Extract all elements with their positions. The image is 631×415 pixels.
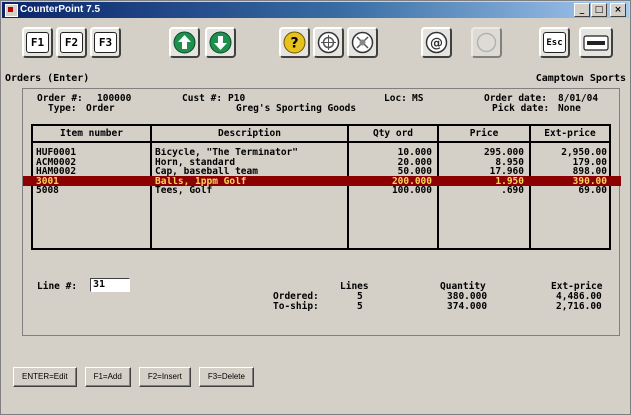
line-number-input[interactable]: 31 bbox=[90, 278, 130, 292]
edit-button[interactable]: ENTER=Edit bbox=[13, 367, 77, 387]
to-ship-lines: 5 bbox=[357, 301, 363, 312]
app-icon bbox=[5, 4, 18, 17]
to-ship-quantity: 374.000 bbox=[447, 301, 488, 312]
insert-button[interactable]: F2=Insert bbox=[138, 367, 191, 387]
arrow-up-icon bbox=[173, 31, 196, 54]
next-button[interactable] bbox=[205, 27, 236, 58]
f2-button[interactable]: F2 bbox=[56, 27, 87, 58]
title-bar: CounterPoint 7.5 _ □ × bbox=[2, 2, 629, 18]
f3-key-label: F3 bbox=[94, 32, 117, 53]
help-icon: ? bbox=[283, 31, 306, 54]
help-button[interactable]: ? bbox=[279, 27, 310, 58]
keyboard-icon bbox=[583, 34, 609, 51]
svg-text:?: ? bbox=[290, 36, 298, 52]
filter-icon bbox=[351, 31, 374, 54]
close-button[interactable]: × bbox=[610, 3, 626, 17]
toolbar: F1 F2 F3 ? @ Esc bbox=[1, 20, 630, 72]
f1-key-label: F1 bbox=[26, 32, 49, 53]
mode-label: Orders (Enter) bbox=[5, 73, 90, 84]
status-line: Orders (Enter) Camptown Sports bbox=[3, 72, 628, 86]
minimize-button[interactable]: _ bbox=[574, 3, 590, 17]
company-name: Camptown Sports bbox=[535, 73, 626, 84]
escape-button[interactable]: Esc bbox=[539, 27, 570, 58]
esc-key-label: Esc bbox=[543, 32, 566, 53]
filter-button[interactable] bbox=[347, 27, 378, 58]
lookup-icon bbox=[317, 31, 340, 54]
keyboard-button[interactable] bbox=[579, 27, 613, 58]
email-button[interactable]: @ bbox=[421, 27, 452, 58]
f3-button[interactable]: F3 bbox=[90, 27, 121, 58]
previous-button[interactable] bbox=[169, 27, 200, 58]
blank-icon bbox=[476, 32, 497, 53]
arrow-down-icon bbox=[209, 31, 232, 54]
lookup-button[interactable] bbox=[313, 27, 344, 58]
f2-key-label: F2 bbox=[60, 32, 83, 53]
lines-header: Lines bbox=[340, 281, 369, 292]
window-title: CounterPoint 7.5 bbox=[20, 4, 101, 15]
order-summary: Line #: 31 Lines Quantity Ext-price Orde… bbox=[23, 89, 619, 335]
disabled-tool-button bbox=[471, 27, 502, 58]
window-controls: _ □ × bbox=[574, 3, 626, 17]
email-icon: @ bbox=[425, 31, 448, 54]
maximize-button[interactable]: □ bbox=[591, 3, 607, 17]
line-number-label: Line #: bbox=[37, 281, 78, 292]
to-ship-label: To-ship: bbox=[273, 301, 319, 312]
to-ship-ext-price: 2,716.00 bbox=[556, 301, 602, 312]
f1-button[interactable]: F1 bbox=[22, 27, 53, 58]
function-button-bar: ENTER=Edit F1=Add F2=Insert F3=Delete bbox=[13, 367, 254, 387]
delete-button[interactable]: F3=Delete bbox=[198, 367, 254, 387]
app-window: CounterPoint 7.5 _ □ × F1 F2 F3 ? @ Esc … bbox=[0, 0, 631, 415]
add-button[interactable]: F1=Add bbox=[84, 367, 131, 387]
svg-text:@: @ bbox=[430, 36, 443, 51]
order-entry-panel: Order #: 100000 Type: Order Cust #: P10 … bbox=[22, 88, 621, 336]
